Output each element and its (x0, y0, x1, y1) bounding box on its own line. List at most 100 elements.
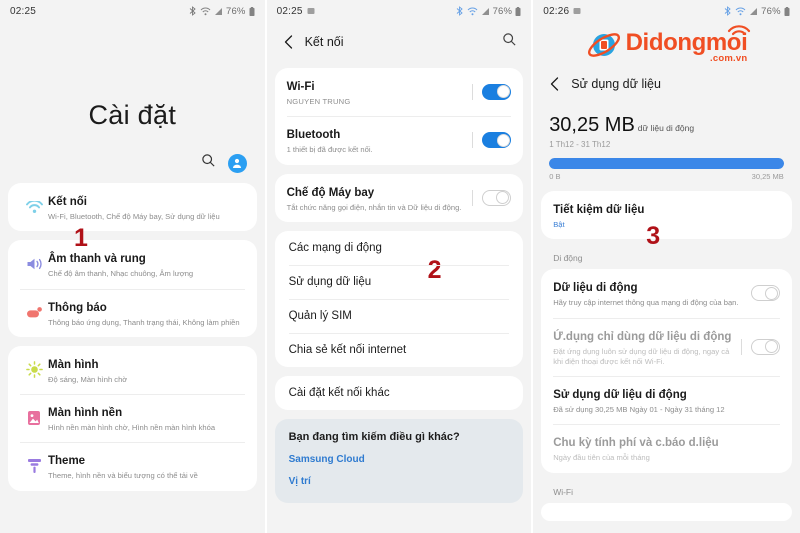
battery-percent: 76% (492, 5, 513, 17)
status-bar-indicators: 76% (189, 6, 255, 17)
status-bar-time: 02:25 (276, 5, 303, 17)
sidebar-item-label: Theme (48, 455, 86, 468)
bluetooth-status: 1 thiết bị đã được kết nối. (286, 145, 373, 155)
screenshot-stage: 02:25 76% Cài đặt 1 Kết nối Wi-Fi, Bluet… (0, 0, 800, 533)
other-connection-group: Cài đặt kết nối khác (274, 375, 524, 410)
app-bar: Sử dụng dữ liệu (533, 70, 800, 108)
sound-icon (20, 257, 48, 271)
sidebar-item-theme[interactable]: Theme Theme, hình nền và biểu tượng có t… (8, 442, 257, 490)
logo-sub-text: .com.vn (710, 52, 748, 64)
list-item-airplane-mode[interactable]: Chế độ Máy bay Tắt chức năng gọi điện, n… (275, 174, 524, 222)
network-menu-group: Các mạng di động Sử dụng dữ liệu Quản lý… (274, 230, 524, 367)
apps-mobile-only-label: Ứ.dụng chỉ dùng dữ liệu di động (553, 330, 732, 343)
didongmoi-watermark-logo: Didongmoi .com.vn (533, 22, 800, 70)
sidebar-item-label: Màn hình (48, 358, 99, 371)
usage-bar-labels: 0 B 30,25 MB (549, 172, 784, 181)
app-bar-title: Sử dụng dữ liệu (571, 77, 661, 91)
app-bar-title: Kết nối (304, 35, 344, 49)
sidebar-item-label: Thông báo (48, 301, 107, 314)
wifi-label: Wi-Fi (286, 81, 315, 93)
phone-panel-data-usage: 02:26 76% Didongmoi .com.vn Sử dụng dữ l… (533, 0, 800, 533)
status-bar: 02:25 76% (0, 0, 265, 22)
list-item-data-usage[interactable]: Sử dụng dữ liệu (275, 264, 524, 299)
sidebar-item-wallpaper[interactable]: Màn hình nền Hình nền màn hình chờ, Hình… (8, 394, 257, 442)
mobile-data-group: Dữ liệu di động Hãy truy cập internet th… (541, 269, 792, 473)
account-avatar-icon[interactable] (227, 153, 247, 173)
status-bar: 02:25 76% (267, 0, 532, 22)
list-item-apps-mobile-data-only[interactable]: Ứ.dụng chỉ dùng dữ liệu di động Đặt ứng … (541, 317, 792, 377)
sidebar-item-sound[interactable]: Âm thanh và rung Chế độ âm thanh, Nhạc c… (8, 240, 257, 288)
apps-mobile-only-sub: Đặt ứng dụng luôn sử dụng dữ liệu di độn… (553, 346, 730, 366)
signal-icon (214, 7, 222, 15)
wifi-icon (20, 200, 48, 214)
list-item-bluetooth[interactable]: Bluetooth 1 thiết bị đã được kết nối. (275, 116, 524, 164)
section-header-mobile: Di động (553, 253, 583, 264)
battery-percent: 76% (761, 5, 781, 17)
mobile-data-usage-label: Sử dụng dữ liệu di động (553, 389, 687, 401)
sidebar-item-sub: Wi-Fi, Bluetooth, Chế độ Máy bay, Sử dụn… (48, 212, 220, 221)
sidebar-item-label: Màn hình nền (48, 407, 123, 419)
list-item-other-connection-settings[interactable]: Cài đặt kết nối khác (275, 376, 524, 410)
battery-icon (249, 6, 255, 16)
search-icon[interactable] (502, 32, 517, 52)
wifi-icon (200, 7, 211, 15)
sidebar-item-sub: Thông báo ứng dụng, Thanh trạng thái, Kh… (48, 317, 240, 327)
list-item-data-saver[interactable]: Tiết kiệm dữ liệu Bật (541, 191, 792, 239)
airplane-toggle[interactable] (464, 189, 512, 206)
bluetooth-toggle[interactable] (464, 132, 512, 149)
toggle-switch-on[interactable] (482, 132, 512, 149)
bluetooth-icon (724, 6, 731, 16)
apps-mobile-only-toggle[interactable] (733, 338, 780, 355)
mobile-data-toggle[interactable] (743, 285, 780, 302)
link-samsung-cloud[interactable]: Samsung Cloud (289, 454, 510, 465)
info-question: Bạn đang tìm kiếm điều gì khác? (288, 430, 460, 443)
list-item-tethering[interactable]: Chia sẻ kết nối internet (275, 332, 524, 367)
back-arrow-icon[interactable] (281, 34, 297, 50)
settings-group-connections: Kết nối Wi-Fi, Bluetooth, Chế độ Máy bay… (8, 183, 257, 232)
toggle-switch-on[interactable] (482, 84, 512, 101)
status-bar: 02:26 76% (533, 0, 800, 22)
sidebar-item-display[interactable]: Màn hình Độ sáng, Màn hình chờ (8, 346, 257, 394)
wifi-arc-icon (728, 24, 751, 35)
sidebar-item-notifications[interactable]: Thông báo Thông báo ứng dụng, Thanh trạn… (8, 288, 257, 337)
status-bar-indicators: 76% (456, 6, 522, 17)
mobile-data-sub: Hãy truy cập internet thông qua mạng di … (553, 298, 739, 308)
battery-icon (515, 6, 521, 16)
search-icon[interactable] (201, 153, 216, 173)
usage-progress-bar (549, 158, 784, 169)
toggle-switch-off[interactable] (750, 285, 780, 302)
bluetooth-icon (456, 6, 463, 16)
toggle-switch-off[interactable] (750, 338, 780, 355)
brightness-icon (20, 361, 48, 379)
sidebar-item-label: Âm thanh và rung (48, 253, 146, 266)
data-saver-state: Bật (553, 220, 565, 229)
list-item-billing-cycle[interactable]: Chu kỳ tính phí và c.báo d.liệu Ngày đầu… (541, 424, 792, 472)
divider (472, 84, 474, 101)
list-item-mobile-data[interactable]: Dữ liệu di động Hãy truy cập internet th… (541, 269, 792, 317)
wifi-toggle[interactable] (464, 84, 512, 101)
didongmoi-logotype: Didongmoi .com.vn (626, 24, 751, 64)
link-location[interactable]: Vị trí (289, 476, 510, 487)
sidebar-item-connections[interactable]: Kết nối Wi-Fi, Bluetooth, Chế độ Máy bay… (8, 183, 257, 231)
section-header-wifi: Wi-Fi (553, 486, 574, 497)
list-item-mobile-networks[interactable]: Các mạng di động (275, 231, 524, 265)
notification-icon (20, 306, 48, 320)
sidebar-item-sub: Chế độ âm thanh, Nhạc chuông, Âm lượng (48, 269, 194, 279)
wifi-network-name: NGUYEN TRUNG (286, 97, 351, 106)
wifi-group-partial (541, 502, 792, 521)
signal-icon (750, 7, 758, 15)
battery-icon (784, 6, 790, 16)
phone-panel-connections: 02:25 76% Kết nối 2 Wi-Fi NGUYEN TRUNG B… (266, 0, 534, 533)
list-item-mobile-data-usage[interactable]: Sử dụng dữ liệu di động Đã sử dụng 30,25… (541, 376, 792, 424)
list-item-sim-manager[interactable]: Quản lý SIM (275, 298, 524, 333)
back-arrow-icon[interactable] (547, 76, 563, 92)
billing-cycle-sub: Ngày đầu tiên của mỗi tháng (553, 453, 650, 463)
theme-icon (20, 458, 48, 474)
divider (740, 338, 742, 355)
status-bar-indicators: 76% (724, 6, 790, 17)
list-item-wifi[interactable]: Wi-Fi NGUYEN TRUNG (275, 68, 524, 116)
sidebar-item-sub: Hình nền màn hình chờ, Hình nền màn hình… (48, 423, 216, 432)
bluetooth-icon (189, 6, 196, 16)
signal-icon (481, 7, 489, 15)
toggle-switch-off[interactable] (482, 189, 512, 206)
